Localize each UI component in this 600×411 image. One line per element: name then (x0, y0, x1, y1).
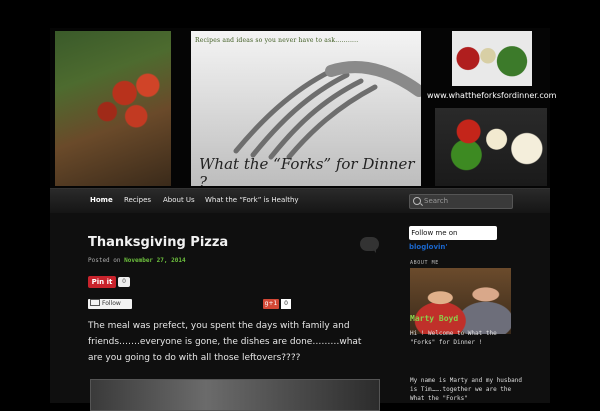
nav-item-recipes[interactable]: Recipes (124, 196, 151, 204)
comment-bubble-icon[interactable] (360, 237, 379, 253)
search-input[interactable]: Search (409, 194, 513, 209)
pinit-button[interactable]: Pin it (88, 276, 116, 288)
search-placeholder: Search (424, 197, 449, 205)
follow-label: Follow (102, 300, 121, 307)
nav-item-home[interactable]: Home (90, 196, 113, 204)
gplus-count: 0 (281, 299, 291, 309)
post-date[interactable]: November 27, 2014 (124, 257, 185, 264)
bloglovin-brand: bloglovin' (409, 243, 448, 251)
posted-on: Posted on November 27, 2014 (88, 257, 186, 264)
mail-icon (90, 299, 100, 306)
bloglovin-prefix: Follow me on (411, 229, 458, 237)
post-title[interactable]: Thanksgiving Pizza (88, 235, 228, 250)
posted-prefix: Posted on (88, 257, 121, 264)
pin-count: 0 (118, 277, 130, 287)
nav-item-healthy[interactable]: What the “Fork” is Healthy (205, 196, 299, 204)
peppers-onions-image (435, 108, 547, 186)
fork-logo-image: Recipes and ideas so you never have to a… (191, 31, 421, 186)
search-icon (413, 197, 421, 205)
bloglovin-follow-button[interactable]: Follow me on bloglovin' (409, 226, 497, 251)
author-name: Marty Boyd (410, 314, 459, 323)
nav-item-about-us[interactable]: About Us (163, 196, 195, 204)
about-photo (410, 268, 511, 334)
follow-button[interactable]: Follow (88, 299, 132, 309)
site-title: What the “Forks” for Dinner ? (199, 155, 415, 186)
tomato-herbs-image (452, 31, 532, 86)
post-image[interactable] (90, 379, 380, 411)
about-me-title: ABOUT ME (410, 260, 439, 266)
post-body: The meal was prefect, you spent the days… (88, 321, 362, 363)
site-url: www.whattheforksfordinner.com (427, 91, 557, 100)
basket-vegetables-image (55, 31, 171, 186)
site-tagline: Recipes and ideas so you never have to a… (195, 37, 359, 44)
about-bio: My name is Marty and my husband is Tim……… (410, 377, 522, 402)
gplus-button[interactable]: g+1 (263, 299, 279, 309)
about-intro: Hi ! Welcome to What the "Forks" for Din… (410, 330, 497, 346)
main-nav: Home Recipes About Us What the “Fork” is… (50, 188, 550, 213)
header-banner[interactable]: Recipes and ideas so you never have to a… (50, 28, 556, 188)
